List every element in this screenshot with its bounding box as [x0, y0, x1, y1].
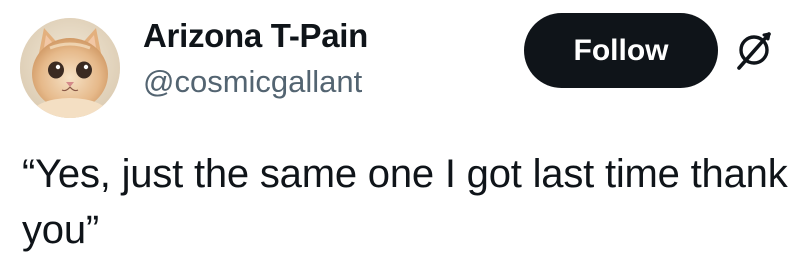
follow-button[interactable]: Follow — [524, 13, 718, 88]
x-logo-icon[interactable] — [732, 28, 776, 72]
author-display-name[interactable]: Arizona T-Pain — [143, 12, 368, 60]
tweet-text: “Yes, just the same one I got last time … — [22, 152, 788, 252]
avatar[interactable] — [20, 18, 120, 118]
author-handle[interactable]: @cosmicgallant — [143, 60, 368, 104]
author-info: Arizona T-Pain @cosmicgallant — [143, 12, 368, 104]
tweet-card: Arizona T-Pain @cosmicgallant Follow “Ye… — [0, 0, 800, 279]
kitten-avatar-image — [20, 18, 120, 118]
